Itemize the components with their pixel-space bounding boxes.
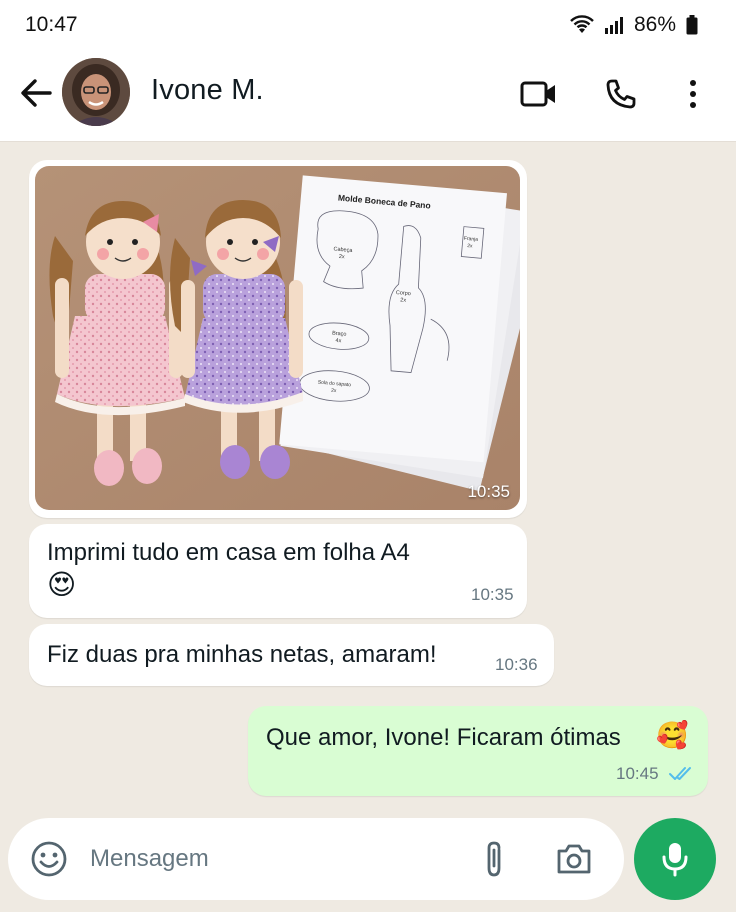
message-photo[interactable]: Molde Boneca de Pano Cabeça 2x Corpo 2x … bbox=[35, 166, 520, 510]
voice-call-button[interactable] bbox=[599, 72, 643, 116]
pattern-label-fringe: Franja bbox=[464, 236, 479, 243]
photo-timestamp: 10:35 bbox=[467, 482, 510, 501]
status-time: 10:47 bbox=[25, 13, 78, 36]
pattern-label-arm-qty: 4x bbox=[335, 338, 342, 345]
message-time: 10:45 bbox=[616, 764, 659, 783]
battery-percent: 86% bbox=[633, 13, 676, 36]
message-time: 10:35 bbox=[471, 585, 514, 604]
message-text: Fiz duas pra minhas netas, amaram! bbox=[47, 641, 437, 668]
message-time: 10:36 bbox=[495, 655, 538, 674]
pattern-label-body-qty: 2x bbox=[400, 297, 407, 304]
heart-eyes-emoji: 😍 bbox=[47, 568, 77, 601]
pattern-label-head-qty: 2x bbox=[339, 254, 346, 261]
battery-icon bbox=[686, 15, 698, 35]
phone-icon bbox=[606, 79, 636, 109]
video-call-button[interactable] bbox=[517, 72, 561, 116]
video-camera-icon bbox=[520, 81, 555, 107]
paperclip-icon bbox=[487, 841, 501, 877]
back-button[interactable] bbox=[18, 75, 54, 111]
smiling-hearts-emoji: 🥰 bbox=[656, 721, 689, 751]
smiley-icon bbox=[31, 841, 67, 877]
incoming-message[interactable]: Imprimi tudo em casa em folha A4 😍 10:35 bbox=[29, 524, 527, 618]
microphone-icon bbox=[662, 843, 688, 877]
contact-name[interactable]: Ivone M. bbox=[151, 74, 264, 107]
contact-avatar[interactable] bbox=[62, 58, 130, 126]
message-input[interactable] bbox=[90, 840, 430, 878]
status-indicators: 86% bbox=[570, 13, 698, 37]
image-message[interactable]: Molde Boneca de Pano Cabeça 2x Corpo 2x … bbox=[29, 160, 527, 518]
status-bar: 10:47 86% bbox=[0, 0, 736, 50]
pattern-label-arm: Braço bbox=[332, 331, 347, 338]
attach-button[interactable] bbox=[482, 839, 506, 884]
double-check-icon bbox=[669, 766, 695, 787]
message-text: Que amor, Ivone! Ficaram ótimas bbox=[266, 724, 621, 751]
wifi-icon bbox=[570, 15, 594, 35]
pattern-label-sole-qty: 2x bbox=[331, 388, 337, 394]
pattern-label-fringe-qty: 2x bbox=[467, 243, 473, 249]
signal-icon bbox=[604, 15, 624, 35]
message-text: Imprimi tudo em casa em folha A4 bbox=[47, 539, 410, 566]
message-composer bbox=[8, 818, 624, 900]
arrow-left-icon bbox=[21, 79, 52, 107]
camera-icon bbox=[557, 844, 591, 874]
more-vertical-icon bbox=[690, 80, 696, 108]
chat-header: Ivone M. bbox=[0, 50, 736, 142]
more-options-button[interactable] bbox=[671, 72, 715, 116]
camera-button[interactable] bbox=[556, 843, 592, 880]
voice-record-button[interactable] bbox=[634, 818, 716, 900]
incoming-message[interactable]: Fiz duas pra minhas netas, amaram! 10:36 bbox=[29, 624, 554, 686]
outgoing-message[interactable]: Que amor, Ivone! Ficaram ótimas 🥰 10:45 bbox=[248, 706, 708, 796]
chat-area[interactable]: Molde Boneca de Pano Cabeça 2x Corpo 2x … bbox=[0, 142, 736, 912]
emoji-button[interactable] bbox=[30, 840, 68, 883]
